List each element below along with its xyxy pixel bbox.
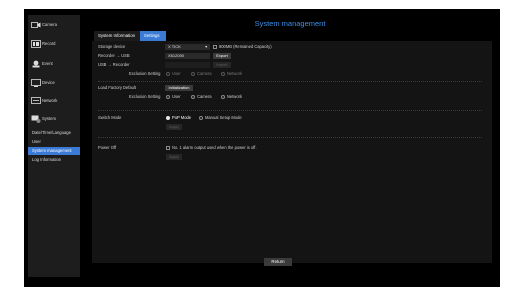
- sidebar-subitem-log-information[interactable]: Log Information: [28, 156, 80, 164]
- settings-panel: Storage device X TICK ▼ 800MB (Remained …: [92, 41, 492, 263]
- system-icon: [31, 115, 41, 123]
- exclusion-camera-radio[interactable]: [191, 95, 195, 99]
- import-button[interactable]: Import: [213, 62, 231, 68]
- storage-device-value: X TICK: [168, 44, 181, 49]
- device-icon: [31, 79, 41, 87]
- tab-system-information[interactable]: System Information: [94, 31, 140, 41]
- sidebar-item-device[interactable]: Device: [28, 75, 80, 91]
- recorder-to-usb-field[interactable]: X612000: [165, 53, 210, 59]
- page-title: System management: [254, 19, 326, 28]
- load-factory-default-label: Load Factory Default: [98, 85, 137, 90]
- sidebar-subitem-user[interactable]: User: [28, 138, 80, 146]
- storage-checkbox[interactable]: [213, 45, 217, 49]
- exclusion-network-radio[interactable]: [221, 72, 225, 76]
- divider: [98, 81, 482, 82]
- sidebar-item-label: Network: [42, 98, 58, 103]
- sidebar-item-event[interactable]: Event: [28, 56, 80, 72]
- sidebar-item-label: Record: [42, 41, 56, 46]
- initialization-button[interactable]: Initialization: [165, 85, 193, 91]
- switch-mode-apply-button[interactable]: Apply: [166, 124, 182, 130]
- exclusion-setting-label: Exclusion Setting: [129, 71, 161, 76]
- sidebar-item-system[interactable]: System: [28, 111, 80, 127]
- usb-to-recorder-label: USB → Recorder: [98, 62, 130, 67]
- divider: [98, 137, 482, 138]
- event-icon: [32, 60, 40, 68]
- sidebar-item-record[interactable]: Record: [28, 36, 80, 52]
- sidebar-item-camera[interactable]: Camera: [28, 17, 80, 33]
- power-off-label: Power Off: [98, 145, 117, 150]
- sidebar: Camera Record Event Device Network Syste…: [28, 15, 80, 277]
- manual-setup-mode-radio[interactable]: [199, 116, 203, 120]
- chevron-down-icon: ▼: [204, 45, 208, 49]
- recorder-to-usb-label: Recorder → USB: [98, 53, 130, 58]
- storage-capacity: 800MB (Remained Capacity): [219, 44, 272, 49]
- exclusion-user-radio[interactable]: [166, 95, 170, 99]
- exclusion-user-radio[interactable]: [166, 72, 170, 76]
- power-off-apply-button[interactable]: Apply: [166, 154, 182, 160]
- exclusion-setting-label: Exclusion Setting: [129, 94, 161, 99]
- sidebar-item-label: Event: [42, 61, 53, 66]
- manual-setup-mode-label: Manual Setup Mode: [205, 115, 242, 120]
- exclusion-user-label: User: [172, 71, 181, 76]
- network-icon: [31, 97, 41, 104]
- pop-mode-label: PoP Mode: [172, 115, 192, 120]
- switch-mode-label: Switch Mode: [98, 115, 122, 120]
- tab-settings[interactable]: Settings: [140, 31, 166, 41]
- storage-device-select[interactable]: X TICK ▼: [165, 44, 210, 50]
- power-off-checkbox[interactable]: [166, 146, 170, 150]
- pop-mode-radio[interactable]: [166, 116, 170, 120]
- exclusion-network-radio[interactable]: [221, 95, 225, 99]
- exclusion-camera-label: Camera: [197, 71, 212, 76]
- record-icon: [31, 40, 41, 48]
- storage-device-label: Storage device: [98, 44, 126, 49]
- sidebar-item-label: Camera: [42, 22, 57, 27]
- power-off-option-label: No. 1 alarm output used when the power i…: [172, 145, 257, 150]
- sidebar-subitem-date-time-language[interactable]: Date/Time/Language: [28, 129, 80, 137]
- sidebar-item-network[interactable]: Network: [28, 93, 80, 109]
- return-button[interactable]: Return: [264, 258, 292, 266]
- usb-to-recorder-field[interactable]: [165, 62, 210, 68]
- exclusion-camera-radio[interactable]: [191, 72, 195, 76]
- export-button[interactable]: Export: [213, 53, 231, 59]
- exclusion-network-label: Network: [227, 71, 243, 76]
- divider: [98, 110, 482, 111]
- exclusion-user-label: User: [172, 94, 181, 99]
- sidebar-item-label: Device: [42, 80, 55, 85]
- sidebar-item-label: System: [42, 116, 56, 121]
- sidebar-subitem-system-management[interactable]: System management: [28, 147, 80, 155]
- camera-icon: [31, 22, 41, 28]
- exclusion-network-label: Network: [227, 94, 243, 99]
- exclusion-camera-label: Camera: [197, 94, 212, 99]
